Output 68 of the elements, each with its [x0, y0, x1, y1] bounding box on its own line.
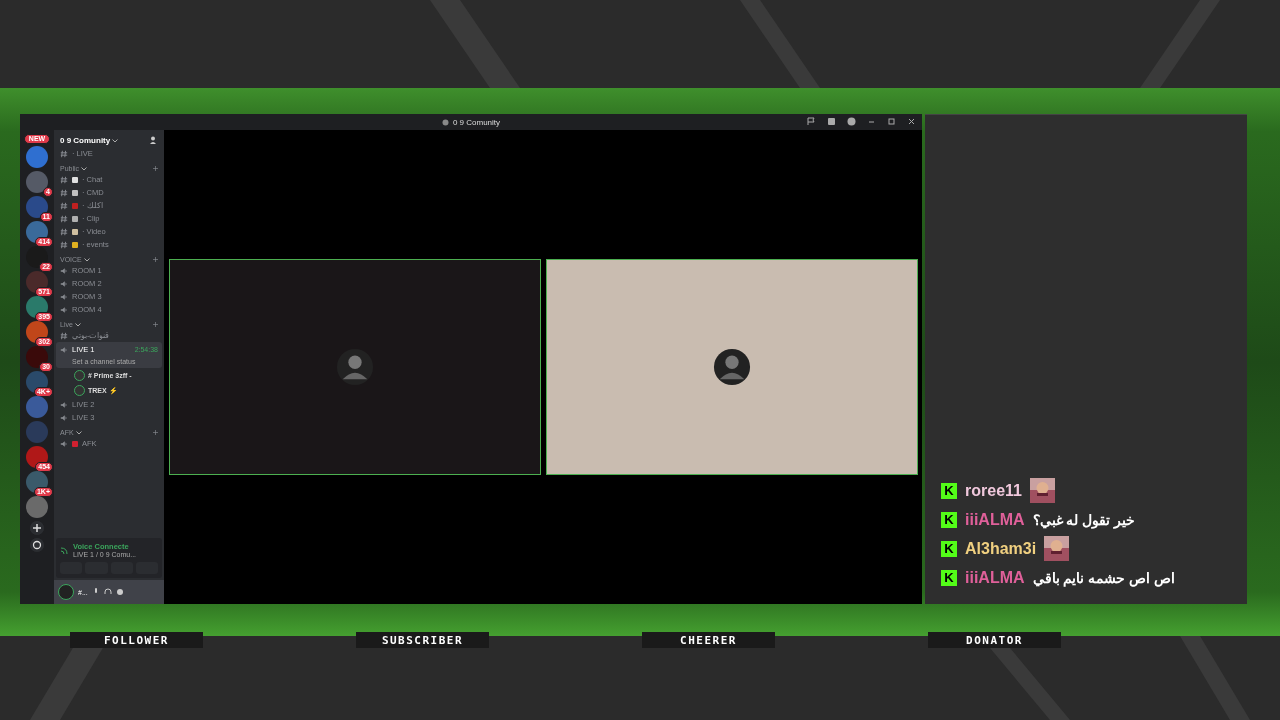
- server-icon[interactable]: [26, 196, 48, 218]
- caret-icon: [74, 322, 81, 327]
- server-icon: [441, 118, 449, 126]
- chat-message: اص اص حشمه نايم باقي: [1032, 569, 1176, 586]
- speaker-icon: [60, 305, 68, 314]
- hash-icon: [60, 240, 68, 249]
- plus-icon[interactable]: [153, 322, 158, 327]
- video-tile[interactable]: [545, 259, 918, 475]
- chat-username: iiiALMA: [965, 510, 1025, 529]
- speaker-icon: [60, 345, 68, 354]
- flag-icon[interactable]: [807, 117, 816, 126]
- hash-icon: [60, 188, 68, 197]
- window-title: 0 9 Comunity: [452, 117, 501, 127]
- member-avatar: [74, 370, 85, 381]
- alert-label: CHEERER: [642, 632, 775, 648]
- server-icon[interactable]: [26, 246, 48, 268]
- caret-icon: [112, 138, 119, 143]
- speaker-icon: [60, 439, 68, 448]
- inbox-icon[interactable]: [827, 117, 836, 126]
- kick-badge: K: [941, 540, 957, 557]
- chat-message: خير تقول له غبي؟: [1032, 511, 1136, 528]
- add-member-icon[interactable]: [150, 136, 158, 144]
- speaker-icon: [60, 279, 68, 288]
- user-avatar[interactable]: [58, 584, 74, 600]
- speaker-icon: [60, 266, 68, 275]
- close-icon[interactable]: [907, 117, 916, 126]
- chat-username: iiiALMA: [965, 568, 1025, 587]
- alert-label: SUBSCRIBER: [356, 632, 489, 648]
- server-icon[interactable]: [26, 296, 48, 318]
- server-icon[interactable]: [26, 471, 48, 493]
- server-icon[interactable]: [26, 221, 48, 243]
- plus-icon[interactable]: [153, 257, 158, 262]
- caret-icon: [83, 257, 90, 262]
- hash-icon: [60, 175, 68, 184]
- alert-label: FOLLOWER: [70, 632, 203, 648]
- kick-badge: K: [941, 569, 957, 586]
- maximize-icon[interactable]: [887, 117, 896, 126]
- chat-username: roree11: [965, 481, 1022, 500]
- speaker-icon: [60, 400, 68, 409]
- hash-icon: [60, 214, 68, 223]
- avatar-icon: [712, 348, 751, 386]
- add-server-icon[interactable]: [30, 521, 44, 535]
- server-icon[interactable]: [26, 446, 48, 468]
- caret-icon: [75, 430, 82, 435]
- server-icon[interactable]: [26, 371, 48, 393]
- speaker-icon: [60, 292, 68, 301]
- kick-badge: K: [941, 482, 957, 499]
- alert-label: DONATOR: [928, 632, 1061, 648]
- avatar-icon: [335, 348, 374, 386]
- hash-icon: [60, 227, 68, 236]
- hash-icon: [60, 149, 68, 158]
- headphones-icon[interactable]: [103, 588, 112, 596]
- member-avatar: [74, 385, 85, 396]
- hash-icon: [60, 201, 68, 210]
- signal-icon: [60, 545, 69, 555]
- server-icon[interactable]: [26, 321, 48, 343]
- plus-icon[interactable]: [153, 430, 158, 435]
- server-icon[interactable]: [26, 346, 48, 368]
- plus-icon[interactable]: [153, 166, 158, 171]
- kick-badge: K: [941, 511, 957, 528]
- speaker-icon: [60, 413, 68, 422]
- compass-icon[interactable]: [30, 538, 44, 552]
- server-name[interactable]: 0 9 Comunity: [60, 136, 111, 145]
- video-tile[interactable]: [168, 259, 541, 475]
- chat-username: Al3ham3i: [965, 539, 1037, 558]
- caret-icon: [81, 166, 88, 171]
- server-icon[interactable]: [26, 271, 48, 293]
- hash-icon: [60, 331, 68, 340]
